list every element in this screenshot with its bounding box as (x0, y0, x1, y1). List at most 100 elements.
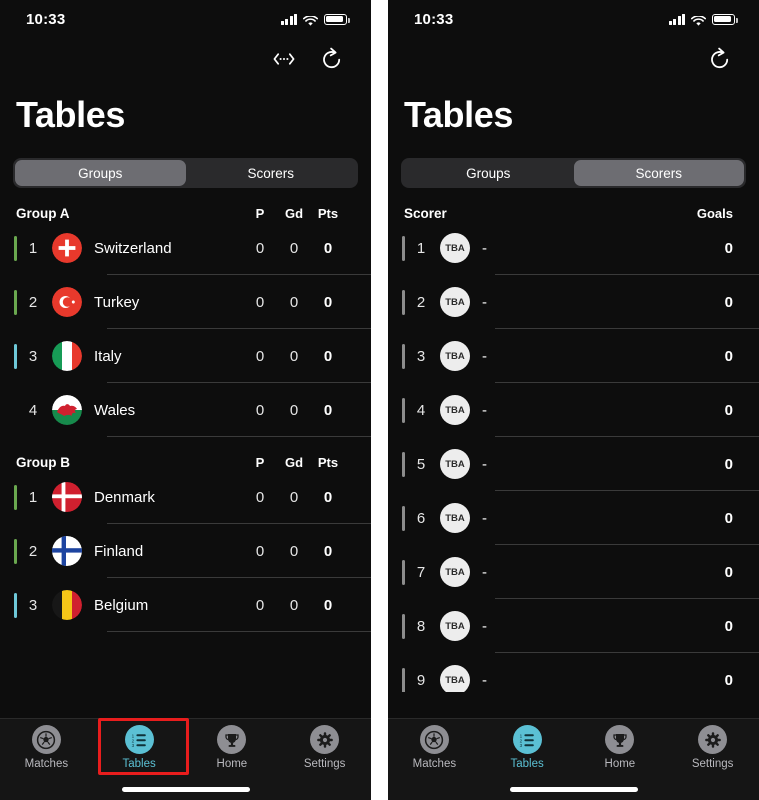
value-gd: 0 (289, 488, 299, 506)
list-item[interactable]: 7 TBA - 0 (388, 545, 759, 599)
left-phone-screen: 10:33 Tables Groups Scorers Group A P Gd… (0, 0, 371, 800)
list-icon: 123 (124, 725, 154, 754)
value-pts: 0 (323, 293, 333, 311)
table-row[interactable]: 1 Switzerland 0 0 0 (0, 221, 371, 275)
flag-turkey-icon (52, 287, 82, 317)
list-item[interactable]: 6 TBA - 0 (388, 491, 759, 545)
rank-indicator (14, 398, 17, 423)
rank-indicator (14, 235, 17, 261)
tab-home[interactable]: Home (574, 725, 667, 781)
scorer-name: - (482, 239, 487, 257)
tab-matches[interactable]: Matches (0, 725, 93, 781)
rank-number: 2 (28, 293, 38, 311)
rank-indicator (402, 289, 405, 315)
tab-settings[interactable]: Settings (278, 725, 371, 781)
list-item[interactable]: 1 TBA - 0 (388, 221, 759, 275)
rank-indicator (402, 343, 405, 369)
team-name: Wales (94, 401, 136, 419)
tab-bar: Matches 123 Tables Home Settings (388, 718, 759, 800)
scorers-header: Scorer Goals (388, 188, 759, 221)
segment-scorers[interactable]: Scorers (186, 160, 357, 186)
page-title: Tables (404, 94, 513, 135)
table-row[interactable]: 3 Belgium 0 0 0 (0, 578, 371, 632)
status-icons (668, 13, 738, 26)
value-gd: 0 (289, 401, 299, 419)
scorer-name: - (482, 401, 487, 419)
list-item[interactable]: 4 TBA - 0 (388, 383, 759, 437)
rank-indicator (402, 235, 405, 261)
table-row[interactable]: 4 Wales 0 0 0 (0, 383, 371, 437)
battery-icon (712, 13, 738, 25)
avatar: TBA (440, 611, 470, 641)
tab-settings[interactable]: Settings (666, 725, 759, 781)
gear-icon (310, 725, 340, 754)
value-goals: 0 (724, 347, 733, 365)
list-item[interactable]: 3 TBA - 0 (388, 329, 759, 383)
rank-indicator (402, 559, 405, 585)
tab-tables[interactable]: 123 Tables (93, 725, 186, 781)
rank-indicator (14, 289, 17, 315)
rank-indicator (402, 613, 405, 639)
value-gd: 0 (289, 542, 299, 560)
soccer-ball-icon (31, 725, 61, 754)
wifi-icon (691, 14, 706, 26)
column-header-pts: Pts (317, 206, 339, 221)
trophy-icon (605, 725, 635, 754)
value-goals: 0 (724, 239, 733, 257)
left-segmented-control[interactable]: Groups Scorers (13, 158, 358, 188)
rank-indicator (402, 397, 405, 423)
table-row[interactable]: 2 Turkey 0 0 0 (0, 275, 371, 329)
rank-number: 3 (416, 347, 426, 365)
value-goals: 0 (724, 671, 733, 689)
flag-wales-icon (52, 395, 82, 425)
battery-icon (324, 13, 350, 25)
right-phone-screen: 10:33 Tables Groups Scorers Scorer Goals… (388, 0, 759, 800)
flag-switzerland-icon (52, 233, 82, 263)
groups-list[interactable]: Group A P Gd Pts 1 Switzerland 0 0 0 2 T… (0, 188, 371, 692)
team-name: Belgium (94, 596, 149, 614)
segment-groups[interactable]: Groups (15, 160, 186, 186)
value-pts: 0 (323, 239, 333, 257)
rank-number: 5 (416, 455, 426, 473)
rank-indicator (14, 484, 17, 510)
value-gd: 0 (289, 239, 299, 257)
value-p: 0 (255, 401, 265, 419)
table-row[interactable]: 3 Italy 0 0 0 (0, 329, 371, 383)
tab-tables[interactable]: 123 Tables (481, 725, 574, 781)
tab-matches[interactable]: Matches (388, 725, 481, 781)
list-item[interactable]: 5 TBA - 0 (388, 437, 759, 491)
flag-finland-icon (52, 536, 82, 566)
status-bar: 10:33 (388, 0, 759, 38)
value-gd: 0 (289, 596, 299, 614)
rank-number: 4 (28, 401, 38, 419)
scorers-list[interactable]: Scorer Goals 1 TBA - 0 2 TBA - 0 3 TBA -… (388, 188, 759, 692)
panel-gap (371, 0, 388, 800)
list-item[interactable]: 8 TBA - 0 (388, 599, 759, 653)
value-p: 0 (255, 596, 265, 614)
segment-scorers[interactable]: Scorers (573, 160, 744, 186)
refresh-icon[interactable] (319, 46, 345, 72)
right-segmented-control[interactable]: Groups Scorers (401, 158, 746, 188)
status-icons (280, 13, 350, 26)
rank-indicator (14, 538, 17, 564)
value-pts: 0 (323, 596, 333, 614)
tab-bar: Matches 123 Tables Home Settings (0, 718, 371, 800)
list-item[interactable]: 2 TBA - 0 (388, 275, 759, 329)
tab-label: Settings (303, 758, 346, 770)
svg-text:3: 3 (132, 743, 135, 748)
value-goals: 0 (724, 617, 733, 635)
cellular-signal-icon (280, 13, 297, 25)
column-header-gd: Gd (284, 206, 304, 221)
swap-arrows-icon[interactable] (271, 46, 297, 72)
segment-groups[interactable]: Groups (403, 160, 574, 186)
list-item[interactable]: 9 TBA - 0 (388, 653, 759, 692)
rank-number: 3 (28, 347, 38, 365)
value-pts: 0 (323, 488, 333, 506)
refresh-icon[interactable] (707, 46, 733, 72)
table-row[interactable]: 2 Finland 0 0 0 (0, 524, 371, 578)
avatar: TBA (440, 341, 470, 371)
column-header-goals: Goals (696, 206, 733, 221)
tab-home[interactable]: Home (186, 725, 279, 781)
table-row[interactable]: 1 Denmark 0 0 0 (0, 470, 371, 524)
rank-indicator (402, 505, 405, 531)
